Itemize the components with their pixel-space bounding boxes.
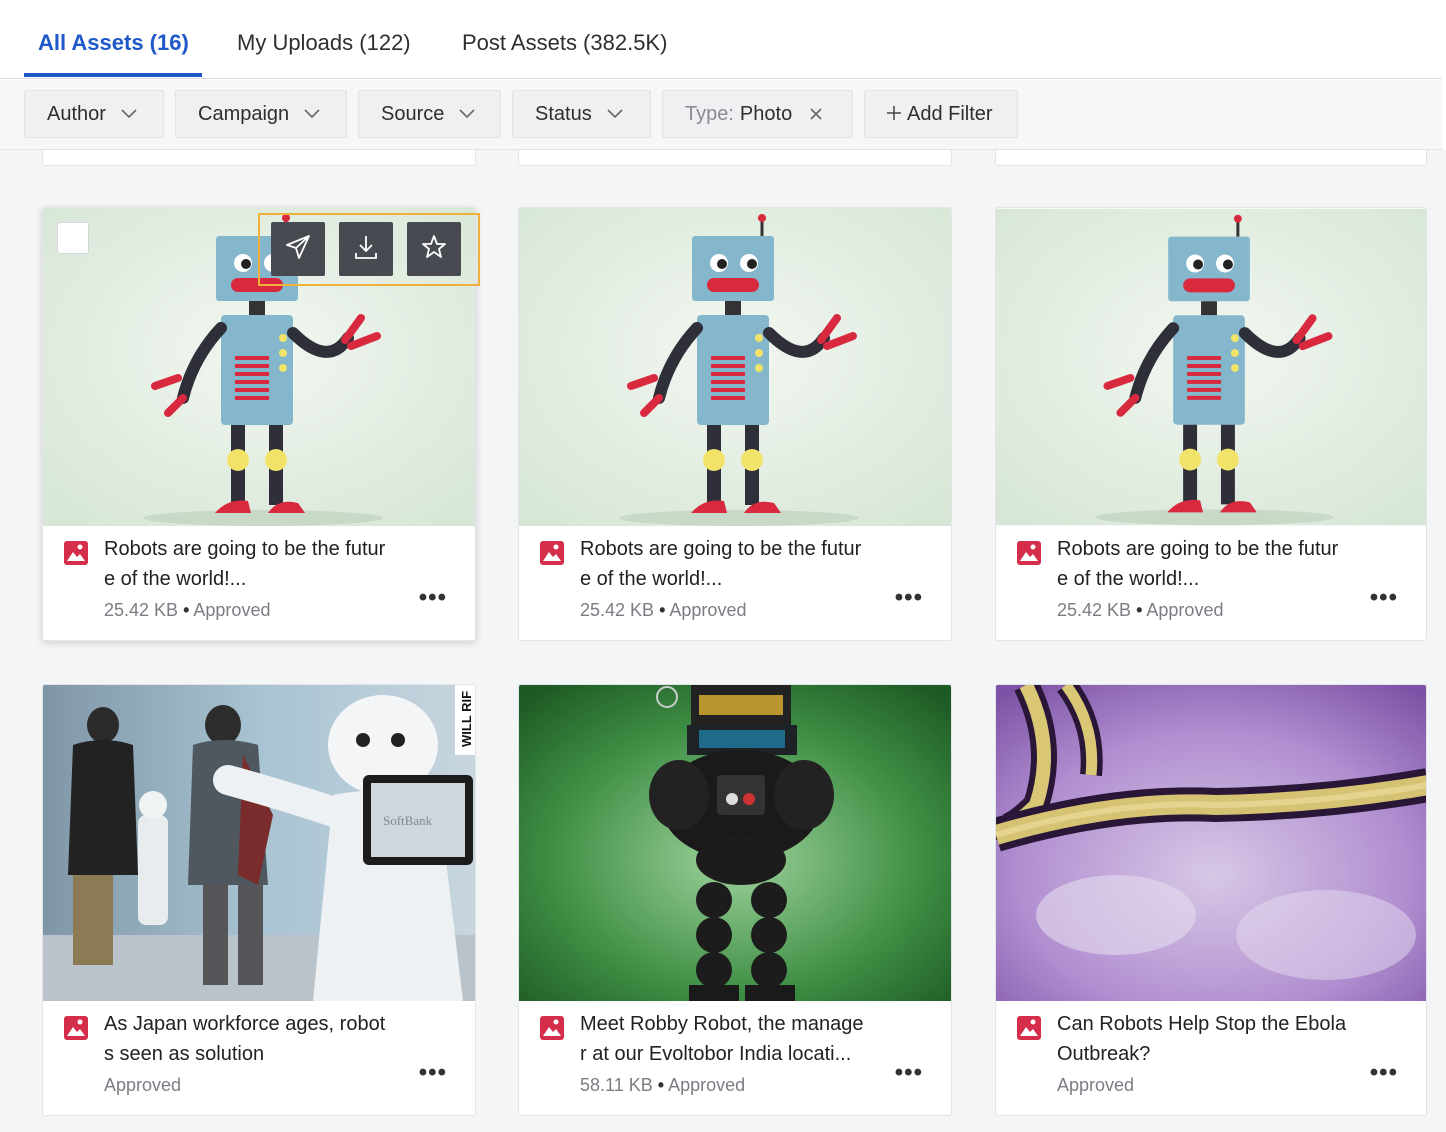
tab-my-uploads[interactable]: My Uploads (122)	[237, 30, 411, 56]
type-filter-chip[interactable]: Type: Photo	[662, 90, 853, 138]
image-file-icon	[63, 1015, 89, 1041]
asset-info: Robots are going to be the futur e of the…	[519, 526, 951, 640]
tablet-brand-text: SoftBank	[383, 813, 433, 828]
asset-card[interactable]: Can Robots Help Stop the Ebola Outbreak? …	[995, 684, 1427, 1116]
more-options-button[interactable]: •••	[419, 584, 447, 612]
asset-info: Robots are going to be the futur e of the…	[996, 526, 1426, 640]
card-stub	[995, 150, 1427, 166]
asset-title[interactable]: Meet Robby Robot, the manage r at our Evo…	[580, 1009, 900, 1069]
asset-title[interactable]: Robots are going to be the futur e of the…	[1057, 534, 1377, 594]
asset-card[interactable]: Robots are going to be the futur e of the…	[518, 207, 952, 641]
asset-meta: Approved	[1057, 1075, 1135, 1095]
active-tab-indicator	[24, 73, 202, 77]
asset-tabs: All Assets (16) My Uploads (122) Post As…	[0, 0, 1442, 79]
type-filter-value: Photo	[739, 102, 793, 125]
photo-watermark: WILL RIF	[459, 691, 474, 747]
campaign-filter-label: Campaign	[198, 102, 290, 125]
chevron-down-icon	[458, 105, 476, 123]
add-filter-button[interactable]: Add Filter	[864, 90, 1018, 138]
add-filter-label: Add Filter	[907, 102, 993, 125]
type-filter-key: Type:	[685, 102, 734, 125]
asset-card[interactable]: Robots are going to be the futur e of the…	[995, 207, 1427, 641]
asset-thumbnail[interactable]	[996, 685, 1426, 1001]
asset-title[interactable]: Robots are going to be the futur e of the…	[580, 534, 900, 594]
more-options-button[interactable]: •••	[1370, 584, 1398, 612]
asset-title[interactable]: Can Robots Help Stop the Ebola Outbreak?	[1057, 1009, 1377, 1069]
image-file-icon	[1016, 1015, 1042, 1041]
asset-meta: 58.11 KB • Approved	[580, 1075, 746, 1095]
select-checkbox[interactable]	[57, 222, 89, 254]
author-filter[interactable]: Author	[24, 90, 164, 138]
chevron-down-icon	[303, 105, 321, 123]
card-stub	[42, 150, 476, 166]
image-file-icon	[1016, 540, 1042, 566]
image-file-icon	[539, 1015, 565, 1041]
close-icon[interactable]	[810, 103, 822, 126]
image-file-icon	[539, 540, 565, 566]
status-filter-label: Status	[535, 102, 592, 125]
more-options-button[interactable]: •••	[895, 1059, 923, 1087]
campaign-filter[interactable]: Campaign	[175, 90, 347, 138]
asset-card[interactable]: Meet Robby Robot, the manage r at our Evo…	[518, 684, 952, 1116]
asset-info: Can Robots Help Stop the Ebola Outbreak? …	[996, 1001, 1426, 1115]
asset-meta: 25.42 KB • Approved	[580, 600, 747, 620]
source-filter[interactable]: Source	[358, 90, 501, 138]
asset-info: As Japan workforce ages, robot s seen as …	[43, 1001, 475, 1115]
asset-title[interactable]: Robots are going to be the futur e of the…	[104, 534, 424, 594]
card-stub	[518, 150, 952, 166]
asset-thumbnail[interactable]	[519, 685, 951, 1001]
more-options-button[interactable]: •••	[1370, 1059, 1398, 1087]
filter-bar: Author Campaign Source Status Type: Phot…	[0, 80, 1442, 150]
plus-icon	[887, 103, 901, 126]
hover-actions-highlight	[258, 213, 480, 286]
chevron-down-icon	[120, 105, 138, 123]
asset-meta: 25.42 KB • Approved	[1057, 600, 1224, 620]
source-filter-label: Source	[381, 102, 445, 125]
asset-info: Robots are going to be the futur e of the…	[43, 526, 475, 640]
asset-thumbnail[interactable]	[996, 208, 1426, 526]
status-filter[interactable]: Status	[512, 90, 651, 138]
asset-info: Meet Robby Robot, the manage r at our Evo…	[519, 1001, 951, 1115]
tab-post-assets[interactable]: Post Assets (382.5K)	[462, 30, 667, 56]
chevron-down-icon	[606, 105, 624, 123]
author-filter-label: Author	[47, 102, 106, 125]
asset-title[interactable]: As Japan workforce ages, robot s seen as …	[104, 1009, 424, 1069]
more-options-button[interactable]: •••	[419, 1059, 447, 1087]
asset-thumbnail[interactable]	[519, 208, 951, 526]
asset-thumbnail[interactable]: SoftBank WILL RIF	[43, 685, 475, 1001]
asset-card[interactable]: SoftBank WILL RIF As Japan workforce age…	[42, 684, 476, 1116]
tab-all-assets[interactable]: All Assets (16)	[38, 30, 189, 56]
more-options-button[interactable]: •••	[895, 584, 923, 612]
image-file-icon	[63, 540, 89, 566]
asset-meta: 25.42 KB • Approved	[104, 600, 271, 620]
asset-meta: Approved	[104, 1075, 182, 1095]
